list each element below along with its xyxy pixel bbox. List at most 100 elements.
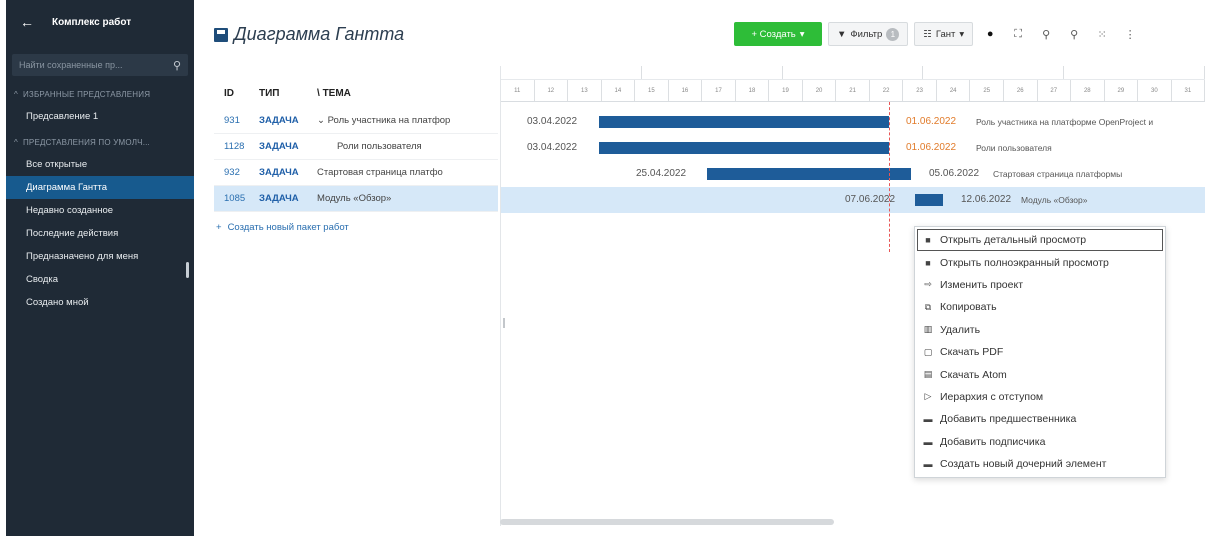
gantt-day-cell: 31	[1172, 80, 1205, 101]
menu-item-delete[interactable]: ▥ Удалить	[915, 319, 1165, 341]
copy-icon: ⧉	[924, 301, 932, 312]
gantt-bar-label: Роль участника на платформе OpenProject …	[976, 117, 1154, 127]
filter-button[interactable]: ▼ Фильтр 1	[828, 22, 909, 46]
gantt-start-date: 03.04.2022	[527, 116, 578, 127]
menu-item-download-atom[interactable]: ▤ Скачать Atom	[915, 363, 1165, 385]
row-subject[interactable]: Роли пользователя	[317, 141, 498, 152]
gantt-day-cell: 11	[501, 80, 535, 101]
filter-count-badge: 1	[886, 27, 900, 41]
sidebar-item[interactable]: Предназначено для меня	[6, 245, 194, 268]
row-id-link[interactable]: 931	[214, 115, 259, 126]
chevron-up-icon: ^	[14, 138, 18, 147]
column-type[interactable]: ТИП	[259, 88, 317, 99]
gantt-bar[interactable]	[707, 168, 911, 180]
gantt-bar[interactable]	[599, 116, 889, 128]
sidebar-item[interactable]: Недавно созданное	[6, 199, 194, 222]
gantt-icon: ☷	[923, 28, 932, 40]
gantt-day-cell: 16	[669, 80, 703, 101]
menu-item-open-fullscreen[interactable]: ■ Открыть полноэкранный просмотр	[915, 251, 1165, 273]
info-icon[interactable]: ●	[979, 22, 1001, 46]
gantt-timeline-header: 11 12 13 14 15 16 17 18 19 20 21 22 23 24 25 26 27 28 29 30…	[501, 66, 1205, 102]
row-id-link[interactable]: 1128	[214, 141, 259, 152]
create-work-package-link[interactable]: + Создать новый пакет работ	[214, 222, 498, 233]
row-type: ЗАДАЧА	[259, 167, 299, 178]
gantt-day-cell: 24	[937, 80, 971, 101]
zoom-fit-icon[interactable]: ⁙	[1091, 22, 1113, 46]
column-id[interactable]: ID	[214, 88, 259, 99]
search-icon[interactable]: ⚲	[173, 59, 181, 72]
row-subject[interactable]: Модуль «Обзор»	[317, 193, 498, 204]
menu-item-move-project[interactable]: ⇨ Изменить проект	[915, 274, 1165, 296]
split-view-icon: ■	[925, 235, 931, 246]
gantt-start-date: 07.06.2022	[845, 194, 896, 205]
sidebar-item[interactable]: Предсавление 1	[6, 105, 194, 128]
gantt-day-cell: 29	[1105, 80, 1139, 101]
sidebar-section-favorites[interactable]: ^ ИЗБРАННЫЕ ПРЕДСТАВЛЕНИЯ	[6, 84, 194, 105]
zoom-out-icon[interactable]: ⚲	[1035, 22, 1057, 46]
column-subject[interactable]: \ ТЕМА	[317, 88, 498, 99]
sidebar-item[interactable]: Последние действия	[6, 222, 194, 245]
menu-item-add-predecessor[interactable]: ▬ Добавить предшественника	[915, 408, 1165, 430]
menu-item-open-details[interactable]: ■ Открыть детальный просмотр	[917, 229, 1163, 252]
row-id-link[interactable]: 932	[214, 167, 259, 178]
sidebar-item[interactable]: Создано мной	[6, 291, 194, 314]
fullscreen-icon[interactable]: ⛶	[1007, 22, 1029, 46]
table-row[interactable]: 1128 ЗАДАЧА Роли пользователя	[214, 134, 498, 160]
menu-item-copy[interactable]: ⧉ Копировать	[915, 296, 1165, 318]
gantt-week-cell	[783, 66, 924, 79]
row-id-link[interactable]: 1085	[214, 193, 259, 204]
gantt-week-cell	[501, 66, 642, 79]
menu-item-add-follower[interactable]: ▬ Добавить подписчика	[915, 431, 1165, 453]
sidebar-resize-handle[interactable]	[186, 262, 189, 278]
gantt-row[interactable]: 25.04.2022 05.06.2022 Стартовая страница…	[501, 161, 1205, 187]
zoom-in-icon[interactable]: ⚲	[1063, 22, 1085, 46]
gantt-weeks-row	[501, 66, 1205, 80]
split-resize-handle[interactable]	[503, 318, 505, 328]
gantt-day-cell: 12	[535, 80, 569, 101]
gantt-end-date: 12.06.2022	[961, 194, 1012, 205]
sidebar-item[interactable]: Все открытые	[6, 153, 194, 176]
gantt-row-selected[interactable]: 07.06.2022 12.06.2022 Модуль «Обзор»	[501, 187, 1205, 213]
row-type: ЗАДАЧА	[259, 193, 299, 204]
gantt-horizontal-scrollbar[interactable]	[500, 519, 834, 525]
indent-icon: ▷	[924, 391, 932, 402]
sidebar-item-active[interactable]: Диаграмма Гантта	[6, 176, 194, 199]
sidebar-search-input[interactable]: Найти сохраненные пр... ⚲	[12, 54, 188, 76]
gantt-bar[interactable]	[599, 142, 889, 154]
menu-item-add-child[interactable]: ▬ Создать новый дочерний элемент	[915, 453, 1165, 475]
chevron-up-icon: ^	[14, 90, 18, 99]
gantt-day-cell: 20	[803, 80, 837, 101]
row-subject[interactable]: Стартовая страница платфо	[317, 167, 498, 178]
fullscreen-view-icon: ■	[925, 257, 931, 268]
gantt-bar[interactable]	[915, 194, 943, 206]
gantt-day-cell: 28	[1071, 80, 1105, 101]
table-row-selected[interactable]: 1085 ЗАДАЧА Модуль «Обзор»	[214, 186, 498, 212]
gantt-row[interactable]: 03.04.2022 01.06.2022 Роли пользователя	[501, 135, 1205, 161]
sidebar: ← Комплекс работ Найти сохраненные пр...…	[6, 0, 194, 536]
table-header: ID ТИП \ ТЕМА	[214, 78, 498, 108]
today-marker	[889, 102, 890, 252]
work-packages-table: ID ТИП \ ТЕМА 931 ЗАДАЧА ⌄ Роль участник…	[214, 78, 498, 233]
menu-item-download-pdf[interactable]: ▢ Скачать PDF	[915, 341, 1165, 363]
more-options-icon[interactable]: ⋮	[1119, 22, 1141, 46]
gantt-days-row: 11 12 13 14 15 16 17 18 19 20 21 22 23 24 25 26 27 28 29 30…	[501, 80, 1205, 101]
create-button[interactable]: + Создать ▾	[734, 22, 822, 46]
gantt-row[interactable]: 03.04.2022 01.06.2022 Роль участника на …	[501, 109, 1205, 135]
menu-item-indent-hierarchy[interactable]: ▷ Иерархия с отступом	[915, 386, 1165, 408]
gantt-week-cell	[642, 66, 783, 79]
chevron-down-icon[interactable]: ⌄	[317, 115, 328, 126]
table-row[interactable]: 931 ЗАДАЧА ⌄ Роль участника на платфор	[214, 108, 498, 134]
gantt-body: 03.04.2022 01.06.2022 Роль участника на …	[501, 109, 1205, 213]
gantt-day-cell: 22	[870, 80, 904, 101]
sidebar-item[interactable]: Сводка	[6, 268, 194, 291]
filter-icon: ▼	[837, 28, 847, 40]
arrow-left-icon[interactable]: ←	[20, 14, 34, 30]
caret-down-icon: ▾	[959, 28, 965, 40]
row-subject[interactable]: ⌄ Роль участника на платфор	[317, 115, 498, 126]
table-row[interactable]: 932 ЗАДАЧА Стартовая страница платфо	[214, 160, 498, 186]
save-icon[interactable]	[214, 27, 228, 42]
view-mode-button[interactable]: ☷ Гант ▾	[914, 22, 974, 46]
page-title[interactable]: Диаграмма Гантта	[234, 24, 404, 45]
sidebar-header[interactable]: ← Комплекс работ	[6, 0, 194, 44]
sidebar-section-default[interactable]: ^ ПРЕДСТАВЛЕНИЯ ПО УМОЛЧ...	[6, 132, 194, 153]
